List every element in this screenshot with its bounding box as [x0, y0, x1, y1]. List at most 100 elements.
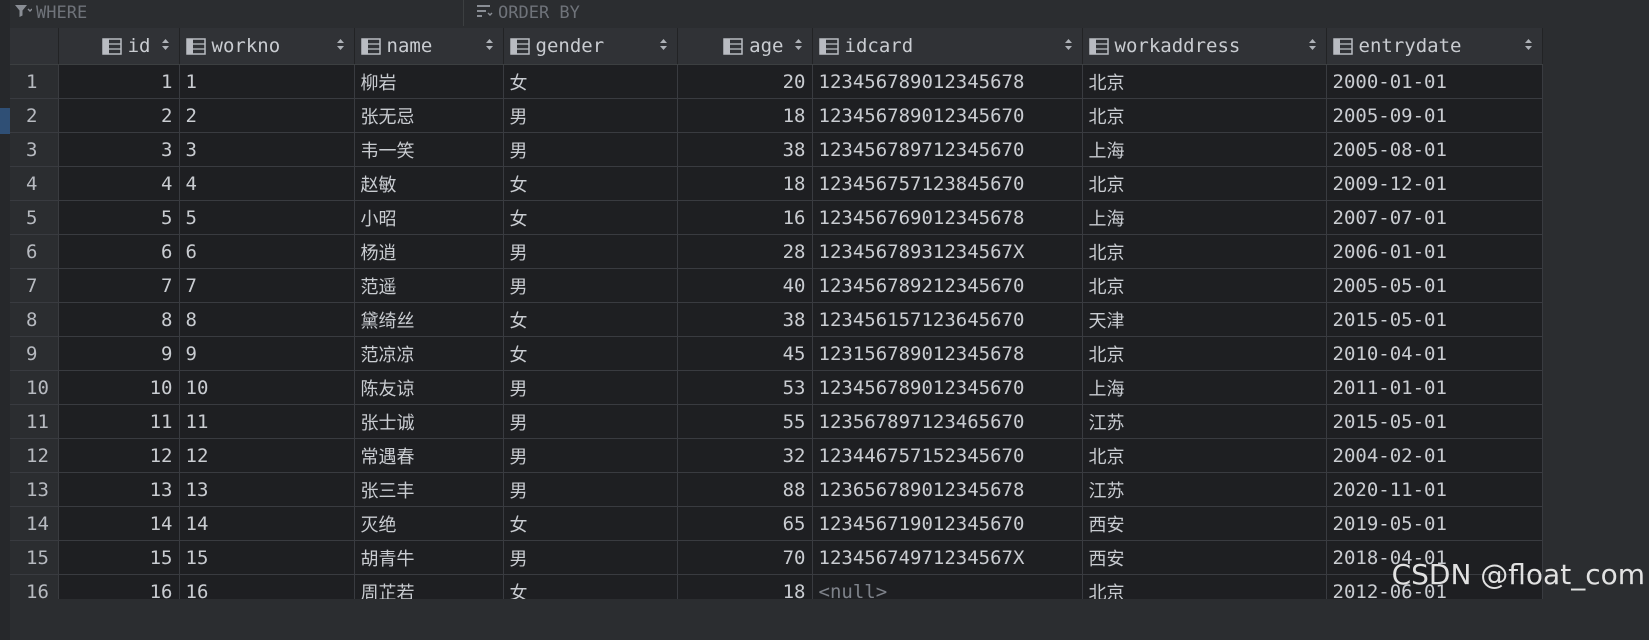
sort-toggle-icon[interactable] [334, 38, 348, 55]
cell-workaddress[interactable]: 北京 [1082, 336, 1327, 371]
table-row[interactable]: 12 12 12 常遇春男 32 123446757152345670 北京 2004-02-… [10, 438, 1543, 473]
cell-workno[interactable]: 15 [179, 540, 355, 575]
cell-gender[interactable]: 女 [503, 64, 678, 99]
table-row[interactable]: 13 13 13 张三丰男 88 123656789012345678 江苏 2020-11-… [10, 472, 1543, 507]
cell-entrydate[interactable]: 2005-09-01 [1326, 98, 1543, 133]
cell-idcard[interactable]: 123567897123465670 [812, 404, 1083, 439]
sort-toggle-icon[interactable] [1522, 38, 1536, 55]
table-row[interactable]: 6 6 6 杨逍男 28 12345678931234567X 北京 2006-01-01 [10, 234, 1543, 269]
cell-entrydate[interactable]: 2004-02-01 [1326, 438, 1543, 473]
cell-id[interactable]: 5 [58, 200, 180, 235]
sort-toggle-icon[interactable] [483, 38, 497, 55]
table-row[interactable]: 11 11 11 张士诚男 55 123567897123465670 江苏 2015-05-… [10, 404, 1543, 439]
cell-gender[interactable]: 男 [503, 268, 678, 303]
cell-name[interactable]: 张士诚 [354, 404, 504, 439]
table-row[interactable]: 1 1 1 柳岩女 20 123456789012345678 北京 2000-01-01 [10, 64, 1543, 99]
row-number[interactable]: 14 [10, 506, 59, 541]
sort-toggle-icon[interactable] [1306, 38, 1320, 55]
cell-age[interactable]: 18 [677, 98, 813, 133]
table-row[interactable]: 3 3 3 韦一笑男 38 123456789712345670 上海 2005-08-01 [10, 132, 1543, 167]
row-number[interactable]: 7 [10, 268, 59, 303]
cell-workaddress[interactable]: 江苏 [1082, 472, 1327, 507]
cell-id[interactable]: 13 [58, 472, 180, 507]
cell-workaddress[interactable]: 北京 [1082, 64, 1327, 99]
cell-workaddress[interactable]: 北京 [1082, 438, 1327, 473]
sort-toggle-icon[interactable] [159, 38, 173, 55]
cell-gender[interactable]: 男 [503, 438, 678, 473]
cell-id[interactable]: 9 [58, 336, 180, 371]
table-row[interactable]: 10 10 10 陈友谅男 53 123456789012345670 上海 2011-01-… [10, 370, 1543, 405]
row-number[interactable]: 9 [10, 336, 59, 371]
cell-gender[interactable]: 男 [503, 132, 678, 167]
column-header-gender[interactable]: gender [503, 28, 678, 65]
column-header-name[interactable]: name [354, 28, 504, 65]
cell-idcard[interactable]: 123456789012345670 [812, 98, 1083, 133]
cell-idcard[interactable]: 123456157123645670 [812, 302, 1083, 337]
cell-entrydate[interactable]: 2015-05-01 [1326, 302, 1543, 337]
table-row[interactable]: 7 7 7 范遥男 40 123456789212345670 北京 2005-05-01 [10, 268, 1543, 303]
cell-gender[interactable]: 男 [503, 370, 678, 405]
cell-id[interactable]: 11 [58, 404, 180, 439]
row-number[interactable]: 1 [10, 64, 59, 99]
cell-age[interactable]: 40 [677, 268, 813, 303]
cell-age[interactable]: 38 [677, 302, 813, 337]
cell-workno[interactable]: 3 [179, 132, 355, 167]
cell-id[interactable]: 1 [58, 64, 180, 99]
cell-workno[interactable]: 11 [179, 404, 355, 439]
cell-name[interactable]: 杨逍 [354, 234, 504, 269]
cell-age[interactable]: 20 [677, 64, 813, 99]
cell-gender[interactable]: 男 [503, 234, 678, 269]
cell-workaddress[interactable]: 北京 [1082, 166, 1327, 201]
cell-gender[interactable]: 男 [503, 540, 678, 575]
cell-age[interactable]: 88 [677, 472, 813, 507]
row-number[interactable]: 15 [10, 540, 59, 575]
cell-age[interactable]: 53 [677, 370, 813, 405]
cell-idcard[interactable]: 123446757152345670 [812, 438, 1083, 473]
sort-toggle-icon[interactable] [792, 38, 806, 55]
cell-age[interactable]: 16 [677, 200, 813, 235]
table-row[interactable]: 14 14 14 灭绝女 65 123456719012345670 西安 2019-05-0… [10, 506, 1543, 541]
table-row[interactable]: 2 2 2 张无忌男 18 123456789012345670 北京 2005-09-01 [10, 98, 1543, 133]
cell-id[interactable]: 7 [58, 268, 180, 303]
cell-idcard[interactable]: 123456719012345670 [812, 506, 1083, 541]
cell-entrydate[interactable]: 2019-05-01 [1326, 506, 1543, 541]
cell-entrydate[interactable]: 2011-01-01 [1326, 370, 1543, 405]
cell-workno[interactable]: 5 [179, 200, 355, 235]
cell-workaddress[interactable]: 天津 [1082, 302, 1327, 337]
cell-gender[interactable]: 男 [503, 98, 678, 133]
cell-entrydate[interactable]: 2006-01-01 [1326, 234, 1543, 269]
cell-name[interactable]: 灭绝 [354, 506, 504, 541]
cell-idcard[interactable]: 123456769012345678 [812, 200, 1083, 235]
row-number[interactable]: 10 [10, 370, 59, 405]
cell-workno[interactable]: 10 [179, 370, 355, 405]
cell-workaddress[interactable]: 上海 [1082, 200, 1327, 235]
cell-idcard[interactable]: 123156789012345678 [812, 336, 1083, 371]
table-row[interactable]: 4 4 4 赵敏女 18 123456757123845670 北京 2009-12-01 [10, 166, 1543, 201]
cell-gender[interactable]: 男 [503, 472, 678, 507]
cell-workaddress[interactable]: 上海 [1082, 370, 1327, 405]
table-row[interactable]: 5 5 5 小昭女 16 123456769012345678 上海 2007-07-01 [10, 200, 1543, 235]
cell-idcard[interactable]: 123456789012345670 [812, 370, 1083, 405]
cell-workaddress[interactable]: 北京 [1082, 98, 1327, 133]
grid-corner[interactable] [10, 28, 59, 65]
cell-name[interactable]: 胡青牛 [354, 540, 504, 575]
cell-id[interactable]: 4 [58, 166, 180, 201]
cell-workno[interactable]: 14 [179, 506, 355, 541]
table-row[interactable]: 8 8 8 黛绮丝女 38 123456157123645670 天津 2015-05-01 [10, 302, 1543, 337]
cell-age[interactable]: 55 [677, 404, 813, 439]
cell-workno[interactable]: 12 [179, 438, 355, 473]
cell-entrydate[interactable]: 2000-01-01 [1326, 64, 1543, 99]
where-filter-field[interactable]: WHERE [10, 0, 464, 26]
cell-workno[interactable]: 2 [179, 98, 355, 133]
cell-age[interactable]: 32 [677, 438, 813, 473]
cell-gender[interactable]: 女 [503, 506, 678, 541]
row-number[interactable]: 11 [10, 404, 59, 439]
cell-workaddress[interactable]: 江苏 [1082, 404, 1327, 439]
cell-workno[interactable]: 7 [179, 268, 355, 303]
table-row[interactable]: 9 9 9 范凉凉女 45 123156789012345678 北京 2010-04-01 [10, 336, 1543, 371]
cell-id[interactable]: 14 [58, 506, 180, 541]
table-row[interactable]: 15 15 15 胡青牛男 70 12345674971234567X 西安 2018-04-… [10, 540, 1543, 575]
sort-toggle-icon[interactable] [657, 38, 671, 55]
order-by-field[interactable]: ORDER BY [464, 0, 1649, 26]
cell-gender[interactable]: 女 [503, 302, 678, 337]
